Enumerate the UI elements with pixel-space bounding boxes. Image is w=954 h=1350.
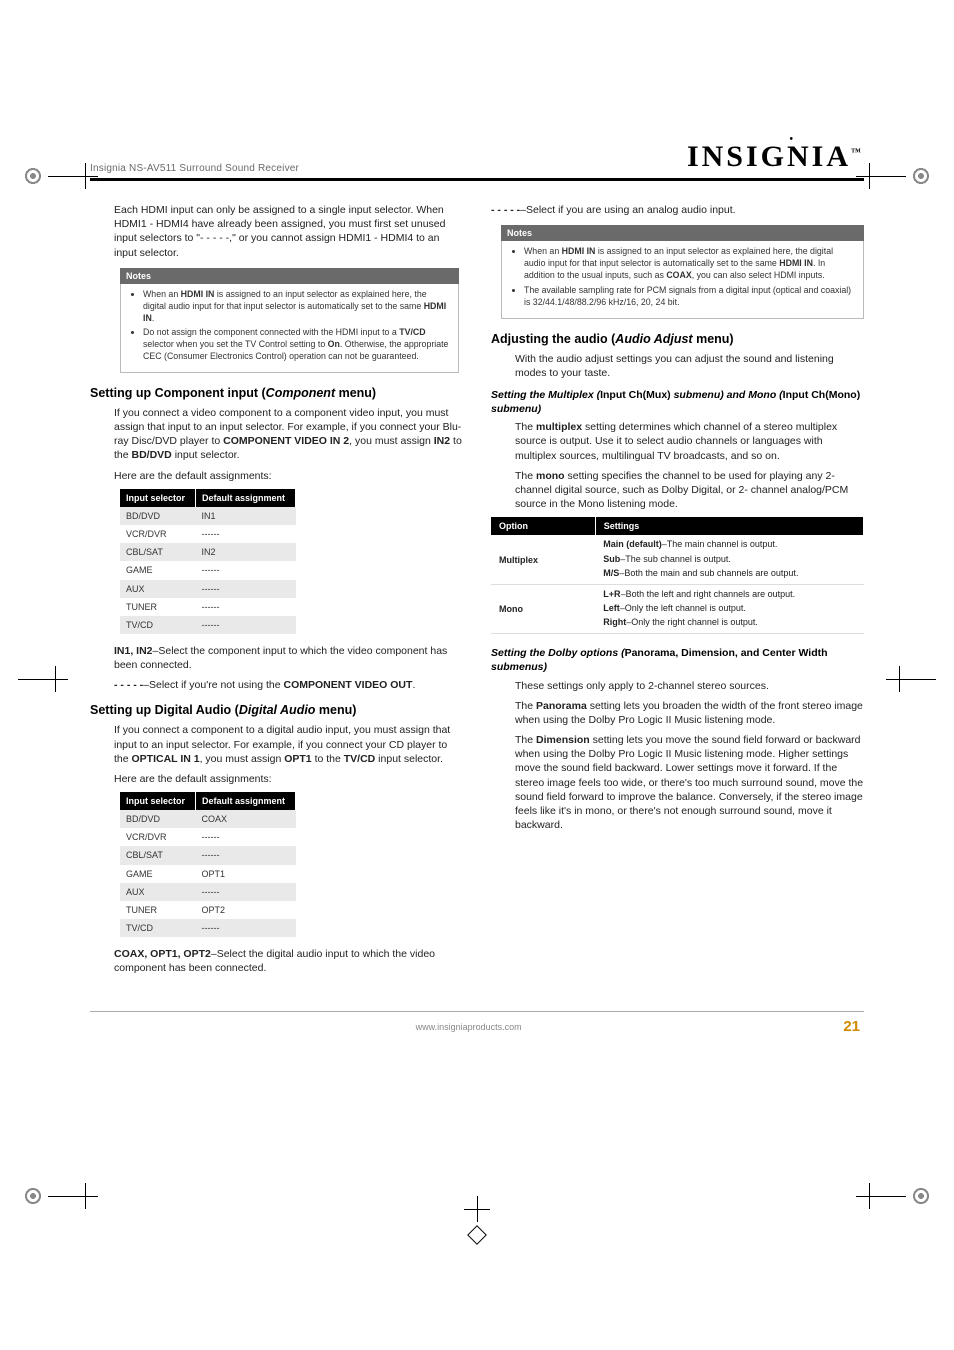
heading-audio-adjust: Adjusting the audio (Audio Adjust menu) <box>491 331 864 348</box>
table-header: Default assignment <box>196 792 296 810</box>
brand-logo: INSIGNIA™ • <box>687 140 864 174</box>
notes-item: The available sampling rate for PCM sign… <box>524 285 855 309</box>
left-column: Each HDMI input can only be assigned to … <box>90 203 463 981</box>
table-row: TV/CD------ <box>120 616 296 634</box>
product-line: Insignia NS-AV511 Surround Sound Receive… <box>90 163 299 174</box>
heading-component-input: Setting up Component input (Component me… <box>90 385 463 402</box>
table-header: Option <box>491 517 595 535</box>
table-row: CBL/SAT------ <box>120 846 296 864</box>
notes-item: Do not assign the component connected wi… <box>143 327 450 363</box>
table-row: BD/DVDIN1 <box>120 507 296 525</box>
registration-mark-bottom-left <box>18 1185 94 1207</box>
adjust-paragraph: With the audio adjust settings you can a… <box>491 352 864 380</box>
table-row: CBL/SATIN2 <box>120 543 296 561</box>
component-paragraph-1: If you connect a video component to a co… <box>90 406 463 463</box>
registration-mark-bottom-right <box>860 1185 936 1207</box>
options-table: OptionSettings Multiplex Main (default)–… <box>491 517 864 634</box>
table-row: TUNEROPT2 <box>120 901 296 919</box>
component-paragraph-2: Here are the default assignments: <box>90 469 463 483</box>
digital-paragraph-1: If you connect a component to a digital … <box>90 723 463 766</box>
table-row: Mono L+R–Both the left and right channel… <box>491 584 864 633</box>
heading-multiplex: Setting the Multiplex (Input Ch(Mux) sub… <box>491 388 864 416</box>
table-row: GAME------ <box>120 561 296 579</box>
table-row: VCR/DVR------ <box>120 828 296 846</box>
page-footer: www.insigniaproducts.com 21 <box>90 1011 864 1035</box>
heading-digital-audio: Setting up Digital Audio (Digital Audio … <box>90 702 463 719</box>
heading-dolby-options: Setting the Dolby options (Panorama, Dim… <box>491 646 864 674</box>
hdmi-intro-text: Each HDMI input can only be assigned to … <box>90 203 463 260</box>
component-assignment-table: Input selectorDefault assignment BD/DVDI… <box>120 489 296 634</box>
component-after-1: IN1, IN2–Select the component input to w… <box>90 644 463 672</box>
table-row: VCR/DVR------ <box>120 525 296 543</box>
notes-box-2: Notes When an HDMI IN is assigned to an … <box>501 225 864 319</box>
digital-paragraph-2: Here are the default assignments: <box>90 772 463 786</box>
table-header: Input selector <box>120 792 196 810</box>
analog-input-line: - - - - -–Select if you are using an ana… <box>491 203 864 217</box>
table-row: TUNER------ <box>120 598 296 616</box>
table-header: Input selector <box>120 489 196 507</box>
notes-header: Notes <box>501 225 864 241</box>
dolby-paragraph-1: These settings only apply to 2-channel s… <box>491 679 864 693</box>
dolby-paragraph-2: The Panorama setting lets you broaden th… <box>491 699 864 727</box>
notes-item: When an HDMI IN is assigned to an input … <box>143 289 450 325</box>
footer-url: www.insigniaproducts.com <box>94 1022 843 1032</box>
mux-paragraph-1: The multiplex setting determines which c… <box>491 420 864 463</box>
right-column: - - - - -–Select if you are using an ana… <box>491 203 864 981</box>
table-row: AUX------ <box>120 580 296 598</box>
registration-mark-bottom-center <box>464 1200 490 1242</box>
table-row: BD/DVDCOAX <box>120 810 296 828</box>
table-row: AUX------ <box>120 883 296 901</box>
table-row: Multiplex Main (default)–The main channe… <box>491 535 864 584</box>
component-after-2: - - - - -–Select if you're not using the… <box>90 678 463 692</box>
page-number: 21 <box>843 1018 860 1035</box>
mux-paragraph-2: The mono setting specifies the channel t… <box>491 469 864 512</box>
table-header: Default assignment <box>196 489 296 507</box>
notes-header: Notes <box>120 268 459 284</box>
digital-after: COAX, OPT1, OPT2–Select the digital audi… <box>90 947 463 975</box>
page-header: Insignia NS-AV511 Surround Sound Receive… <box>90 140 864 181</box>
table-row: GAMEOPT1 <box>120 865 296 883</box>
dolby-paragraph-3: The Dimension setting lets you move the … <box>491 733 864 832</box>
digital-assignment-table: Input selectorDefault assignment BD/DVDC… <box>120 792 296 937</box>
table-row: TV/CD------ <box>120 919 296 937</box>
table-header: Settings <box>595 517 863 535</box>
notes-item: When an HDMI IN is assigned to an input … <box>524 246 855 282</box>
notes-box-1: Notes When an HDMI IN is assigned to an … <box>120 268 459 373</box>
